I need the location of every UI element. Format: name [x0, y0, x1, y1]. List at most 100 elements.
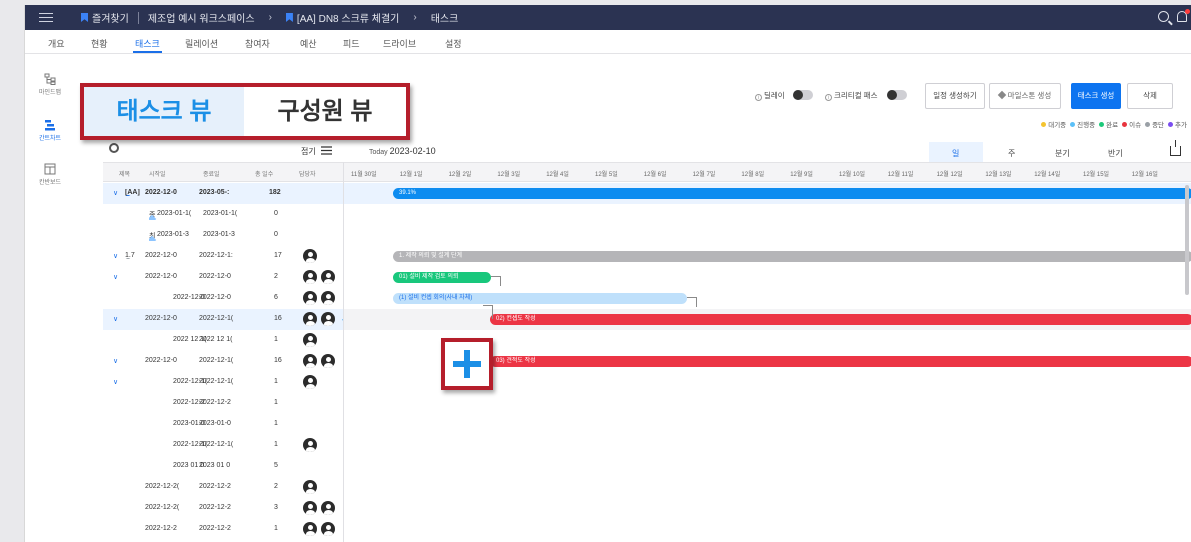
- task-row[interactable]: ∨ [AA] 2022-12-0 2023-05-: 182: [103, 183, 343, 204]
- scale-quarter[interactable]: 분기: [1055, 148, 1070, 159]
- collapse-icon[interactable]: [321, 146, 332, 155]
- search-icon[interactable]: [1158, 11, 1169, 22]
- avatar[interactable]: [321, 312, 335, 326]
- task-row[interactable]: 2022-12-0 2022-12-0 6: [103, 288, 343, 309]
- col-start[interactable]: 시작일: [149, 169, 166, 178]
- col-end[interactable]: 종료일: [203, 169, 220, 178]
- total-days: 16: [274, 357, 282, 364]
- day-label: 12월 2일: [448, 172, 472, 178]
- add-task-button[interactable]: [441, 338, 493, 390]
- tab-budget[interactable]: 예산: [300, 37, 317, 50]
- avatar[interactable]: [303, 270, 317, 284]
- task-row[interactable]: 2023 01 0 2023 01 05: [103, 456, 343, 477]
- scale-week[interactable]: 주: [1008, 148, 1015, 159]
- tab-status[interactable]: 현황: [91, 37, 108, 50]
- today-label[interactable]: Today 2023-02-10: [369, 146, 436, 156]
- task-row[interactable]: ∨ 1.7 2022-12-0 2022-12-1: 17: [103, 246, 343, 267]
- task-row[interactable]: 2022-12-1(2022-12-1(1: [103, 435, 343, 456]
- task-row[interactable]: 종2023-01-1(2023-01-1(0: [103, 204, 343, 225]
- gantt-bar[interactable]: 03) 견적도 작성: [490, 356, 1191, 367]
- task-row[interactable]: ∨2022-12-02022-12-1(16+: [103, 309, 350, 330]
- scale-day[interactable]: 일: [952, 148, 959, 159]
- avatar[interactable]: [321, 501, 335, 515]
- avatar[interactable]: [321, 270, 335, 284]
- breadcrumb-project[interactable]: [AA] DN8 스크류 체결기: [297, 10, 399, 25]
- start-date: 2022-12-0: [145, 189, 177, 196]
- breadcrumb-workspace[interactable]: 제조업 예시 워크스페이스: [148, 10, 255, 25]
- avatar[interactable]: [303, 291, 317, 305]
- avatar[interactable]: [303, 312, 317, 326]
- avatar[interactable]: [303, 375, 317, 389]
- scale-half[interactable]: 반기: [1108, 148, 1123, 159]
- task-row[interactable]: 2022-12-2(2022-12-2 3: [103, 498, 343, 519]
- tab-drive[interactable]: 드라이브: [383, 37, 416, 50]
- tab-overview[interactable]: 개요: [48, 37, 65, 50]
- tab-feed[interactable]: 피드: [343, 37, 360, 50]
- task-row[interactable]: 2022 12 1(2022 12 1(1: [103, 330, 343, 351]
- col-title[interactable]: 제목: [119, 169, 130, 178]
- collapse-button[interactable]: 접기: [301, 146, 316, 157]
- menu-icon[interactable]: [39, 13, 53, 22]
- expand-caret-icon[interactable]: ∨: [113, 378, 118, 386]
- task-row[interactable]: ∨ 2022-12-0 2022-12-1(16: [103, 351, 343, 372]
- gantt-bar[interactable]: 02) 컨셉도 작성: [490, 314, 1191, 325]
- avatar[interactable]: [321, 291, 335, 305]
- settings-gear-icon[interactable]: [109, 143, 119, 153]
- download-icon[interactable]: [1170, 140, 1181, 156]
- col-days[interactable]: 총 일수: [255, 169, 273, 178]
- tab-settings[interactable]: 설정: [445, 37, 462, 50]
- start-date: 2023-01-3: [157, 231, 189, 238]
- task-create-button[interactable]: 태스크 생성: [1071, 83, 1121, 109]
- avatar[interactable]: [303, 438, 317, 452]
- avatar[interactable]: [303, 333, 317, 347]
- bookmark-link[interactable]: 즐겨찾기: [92, 10, 129, 25]
- grid-divider[interactable]: [343, 162, 344, 542]
- task-row[interactable]: ∨ 2022-12-1(2022-12-1(1: [103, 372, 343, 393]
- task-row[interactable]: ∨ 2022-12-0 2022-12-0 2: [103, 267, 343, 288]
- avatar[interactable]: [303, 501, 317, 515]
- expand-caret-icon[interactable]: ∨: [113, 357, 118, 365]
- delay-toggle[interactable]: [793, 90, 813, 100]
- avatar[interactable]: [321, 354, 335, 368]
- task-view-tab[interactable]: 태스크 뷰: [84, 87, 244, 136]
- legend-label: 중단: [1152, 122, 1165, 129]
- tab-task[interactable]: 태스크: [133, 37, 162, 53]
- expand-caret-icon[interactable]: ∨: [113, 252, 118, 260]
- col-assignee[interactable]: 담당자: [299, 169, 316, 178]
- tab-relation[interactable]: 릴레이션: [185, 37, 218, 50]
- gantt-bar[interactable]: 01) 설비 제작 검토 의뢰: [393, 272, 491, 283]
- start-date: 2022-12-2: [145, 525, 177, 532]
- end-date: 2023-01-1(: [203, 210, 238, 217]
- avatar[interactable]: [321, 522, 335, 536]
- schedule-create-button[interactable]: 일정 생성하기: [925, 83, 985, 109]
- member-view-tab[interactable]: 구성원 뷰: [244, 87, 406, 136]
- scrollbar[interactable]: [1185, 185, 1189, 295]
- delete-button[interactable]: 삭제: [1127, 83, 1173, 109]
- end-date: 2022-12-0: [199, 294, 231, 301]
- avatar[interactable]: [303, 480, 317, 494]
- avatar[interactable]: [303, 249, 317, 263]
- gantt-bar[interactable]: 39.1%: [393, 188, 1191, 199]
- start-date: 2022-12-2(: [145, 483, 180, 490]
- task-title-cell[interactable]: 1.7: [125, 252, 145, 259]
- task-row[interactable]: 2023-01-0 2023-01-0 1: [103, 414, 343, 435]
- task-row[interactable]: 2022-12-2 2022-12-2 1: [103, 519, 343, 540]
- gantt-bar[interactable]: 1. 제작 의뢰 및 설계 단계: [393, 251, 1191, 262]
- milestone-create-button[interactable]: 마일스톤 생성: [989, 83, 1061, 109]
- bell-icon[interactable]: [1177, 9, 1190, 22]
- end-date: 2022 12 1(: [199, 336, 233, 343]
- critical-path-toggle[interactable]: [887, 90, 907, 100]
- task-row[interactable]: 2022-12-2 2022-12-2 1: [103, 393, 343, 414]
- avatar[interactable]: [303, 354, 317, 368]
- expand-caret-icon[interactable]: ∨: [113, 273, 118, 281]
- rail-item-kanban[interactable]: 칸반보드: [25, 163, 95, 186]
- task-row[interactable]: 2022-12-2(2022-12-2 2: [103, 477, 343, 498]
- avatar[interactable]: [303, 522, 317, 536]
- expand-caret-icon[interactable]: ∨: [113, 189, 118, 197]
- task-row[interactable]: 최2023-01-32023-01-30: [103, 225, 343, 246]
- tab-participants[interactable]: 참여자: [245, 37, 270, 50]
- gantt-bar[interactable]: (1) 설비 컨셉 회의(사내 자체): [393, 293, 687, 304]
- expand-caret-icon[interactable]: ∨: [113, 315, 118, 323]
- end-date: 2022-12-2: [199, 483, 231, 490]
- legend-dot: [1070, 122, 1076, 127]
